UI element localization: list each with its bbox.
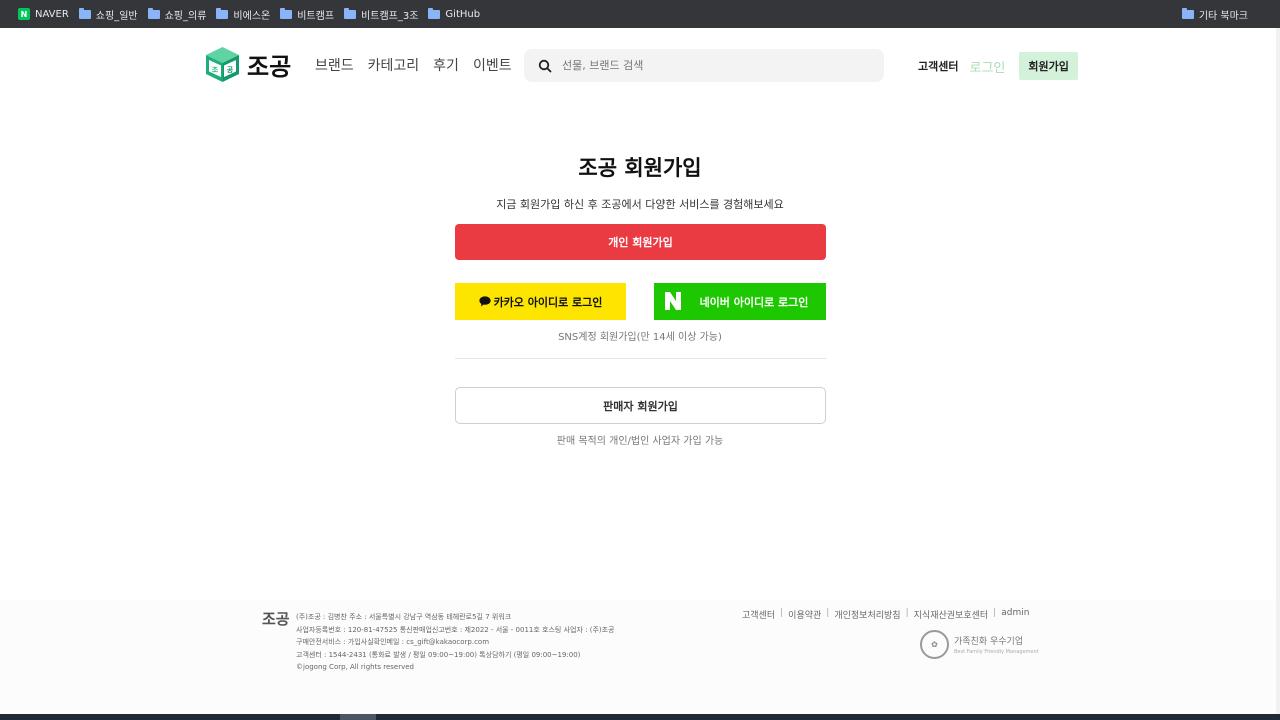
footer-link-terms[interactable]: 이용약관 <box>788 608 821 621</box>
page-subtitle: 지금 회원가입 하신 후 조공에서 다양한 서비스를 경험해보세요 <box>496 198 784 211</box>
site-header: 조 공 조공 브랜드 카테고리 후기 이벤트 고객센터 로그인 회원가입 <box>0 28 1276 104</box>
folder-icon <box>147 7 160 19</box>
footer-info-line: 구매안전서비스 : 가입사실확인메일 : cs_gift@kakaocorp.c… <box>296 638 490 647</box>
bookmark-shopping-general[interactable]: 쇼핑_일반 <box>78 7 138 22</box>
footer-link-privacy[interactable]: 개인정보처리방침 <box>834 608 900 621</box>
folder-icon <box>344 7 357 19</box>
naver-icon: N <box>18 8 30 20</box>
naver-login-button[interactable]: 네이버 아이디로 로그인 <box>654 283 826 320</box>
separator: | <box>905 608 909 618</box>
bookmark-naver[interactable]: N NAVER <box>18 8 69 20</box>
main-nav: 브랜드 카테고리 후기 이벤트 <box>315 55 526 75</box>
footer-logo: 조공 <box>262 610 290 628</box>
separator: | <box>826 608 830 618</box>
personal-signup-button[interactable]: 개인 회원가입 <box>455 224 826 260</box>
kakao-login-button[interactable]: 카카오 아이디로 로그인 <box>455 283 626 320</box>
bookmark-bsone[interactable]: 비에스온 <box>216 7 270 22</box>
seller-signup-button[interactable]: 판매자 회원가입 <box>455 387 826 424</box>
footer-link-ip-center[interactable]: 지식재산권보호센터 <box>914 608 989 621</box>
search-bar[interactable] <box>524 49 884 82</box>
badge-emblem-icon: ✿ <box>920 630 949 659</box>
folder-icon <box>280 7 293 19</box>
header-actions: 고객센터 로그인 회원가입 <box>918 52 1078 80</box>
nav-review[interactable]: 후기 <box>433 55 459 75</box>
customer-center-link[interactable]: 고객센터 <box>918 58 958 74</box>
footer-links: 고객센터 | 이용약관 | 개인정보처리방침 | 지식재산권보호센터 | adm… <box>742 608 1029 621</box>
nav-event[interactable]: 이벤트 <box>473 55 512 75</box>
folder-icon <box>216 7 229 19</box>
folder-icon <box>428 7 441 19</box>
search-input[interactable] <box>562 59 862 72</box>
footer-info-line: 고객센터 : 1544-2431 (통화료 발생 / 평일 09:00~19:0… <box>296 650 581 659</box>
seller-note: 판매 목적의 개인/법인 사업자 가입 가능 <box>556 436 724 447</box>
footer-info-line: (주)조공 : 김병찬 주소 : 서울특별시 강남구 역삼동 테헤란로5길 7 … <box>296 613 512 621</box>
signup-button[interactable]: 회원가입 <box>1019 52 1078 80</box>
footer-link-customer-center[interactable]: 고객센터 <box>742 608 775 621</box>
footer-info-line: ©jogong Corp, All rights reserved <box>296 663 414 672</box>
taskbar-item[interactable] <box>340 714 376 720</box>
divider <box>455 358 826 359</box>
sns-note: SNS계정 회원가입(만 14세 이상 가능) <box>558 332 722 343</box>
separator: | <box>780 608 784 618</box>
site-logo[interactable]: 조 공 조공 <box>204 46 291 83</box>
taskbar <box>0 714 1280 720</box>
scrollbar[interactable] <box>1276 28 1280 714</box>
page-title: 조공 회원가입 <box>578 156 702 180</box>
footer-info-line: 사업자등록번호 : 120-81-47525 통신판매업신고번호 : 제2022… <box>296 625 615 634</box>
naver-n-icon <box>665 292 681 310</box>
bookmark-github[interactable]: GitHub <box>428 7 480 20</box>
search-icon[interactable] <box>538 59 552 73</box>
footer-link-admin[interactable]: admin <box>1001 608 1029 621</box>
login-link[interactable]: 로그인 <box>969 57 1005 76</box>
folder-icon <box>1181 7 1194 19</box>
logo-text: 조공 <box>247 53 292 81</box>
logo-mark-left: 조 <box>212 66 219 74</box>
nav-category[interactable]: 카테고리 <box>368 55 420 75</box>
logo-box-icon: 조 공 <box>206 47 239 82</box>
site-footer: 조공 (주)조공 : 김병찬 주소 : 서울특별시 강남구 역삼동 테헤란로5길… <box>0 600 1276 714</box>
bookmark-bitcamp-3[interactable]: 비트캠프_3조 <box>344 7 418 22</box>
bookmark-bitcamp[interactable]: 비트캠프 <box>280 7 334 22</box>
bookmarks-bar: N NAVER 쇼핑_일반 쇼핑_의류 비에스온 비트캠프 비트캠프_3조 Gi… <box>0 0 1280 28</box>
kakao-login-label: 카카오 아이디로 로그인 <box>493 295 603 309</box>
naver-login-label: 네이버 아이디로 로그인 <box>699 295 809 309</box>
footer-company-info: (주)조공 : 김병찬 주소 : 서울특별시 강남구 역삼동 테헤란로5길 7 … <box>296 611 615 674</box>
family-friendly-badge: ✿ 가족친화 우수기업 Best Family Friendly Managem… <box>920 630 1039 659</box>
badge-title: 가족친화 우수기업 <box>954 637 1024 647</box>
nav-brand[interactable]: 브랜드 <box>315 55 354 75</box>
separator: | <box>993 608 997 618</box>
speech-bubble-icon <box>478 296 491 307</box>
bookmark-other[interactable]: 기타 북마크 <box>1181 0 1248 28</box>
page: 조 공 조공 브랜드 카테고리 후기 이벤트 고객센터 로그인 회원가입 조공 … <box>0 28 1276 714</box>
bookmark-shopping-clothes[interactable]: 쇼핑_의류 <box>147 7 206 22</box>
logo-mark-right: 공 <box>227 66 234 74</box>
badge-subtitle: Best Family Friendly Management <box>954 649 1039 655</box>
folder-icon <box>78 7 91 19</box>
